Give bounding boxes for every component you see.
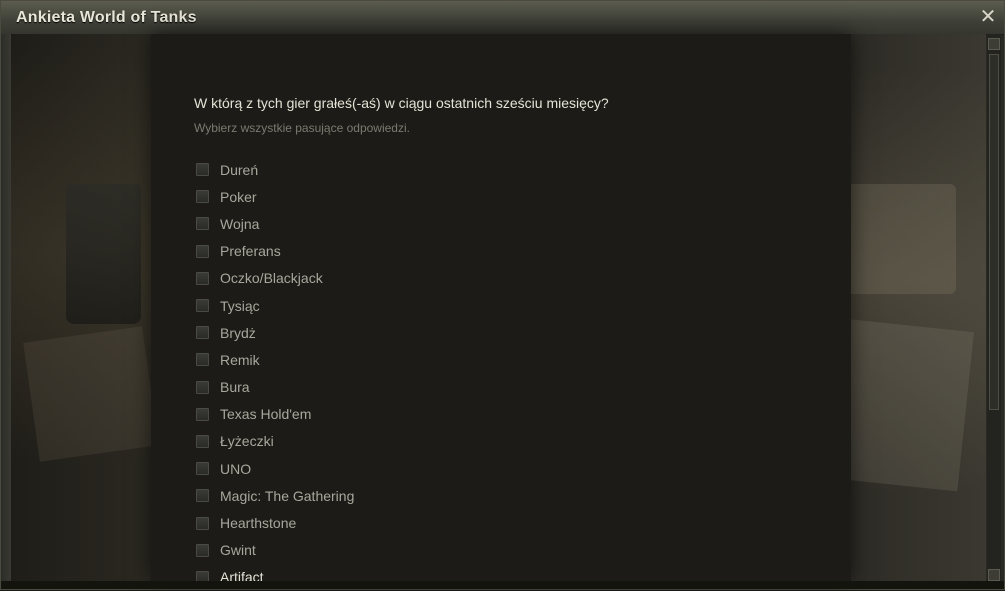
option-checkbox[interactable]: [196, 163, 209, 177]
option-label: Tysiąc: [220, 297, 260, 314]
option-item[interactable]: Dureń: [196, 156, 354, 183]
option-checkbox[interactable]: [196, 353, 209, 367]
option-item[interactable]: Gwint: [196, 537, 354, 564]
option-item[interactable]: Magic: The Gathering: [196, 482, 354, 509]
option-checkbox[interactable]: [196, 489, 209, 503]
option-item[interactable]: Brydż: [196, 319, 354, 346]
option-label: Łyżeczki: [220, 433, 274, 450]
bottom-strip: [1, 581, 1004, 589]
option-label: Magic: The Gathering: [220, 487, 355, 504]
window-title: Ankieta World of Tanks: [16, 9, 197, 26]
survey-window: Ankieta World of Tanks ✕ W którą z tych …: [0, 0, 1005, 590]
scroll-thumb[interactable]: [989, 54, 999, 410]
option-label: Texas Hold'em: [220, 406, 312, 423]
option-item[interactable]: Łyżeczki: [196, 428, 354, 455]
survey-panel: W którą z tych gier grałeś(-aś) w ciągu …: [151, 34, 851, 585]
option-checkbox[interactable]: [196, 217, 209, 231]
option-item[interactable]: Poker: [196, 183, 354, 210]
option-checkbox[interactable]: [196, 271, 209, 285]
option-checkbox[interactable]: [196, 326, 209, 340]
option-item[interactable]: Texas Hold'em: [196, 401, 354, 428]
question-text: W którą z tych gier grałeś(-aś) w ciągu …: [194, 95, 609, 111]
option-label: Gwint: [220, 542, 256, 559]
left-edge: [1, 34, 11, 589]
scroll-down-button[interactable]: [988, 569, 1000, 581]
option-checkbox[interactable]: [196, 299, 209, 313]
hint-text: Wybierz wszystkie pasujące odpowiedzi.: [194, 121, 410, 135]
background-pen-cup: [66, 184, 141, 324]
option-label: Brydż: [220, 324, 256, 341]
option-item[interactable]: Preferans: [196, 238, 354, 265]
option-checkbox[interactable]: [196, 380, 209, 394]
option-item[interactable]: Oczko/Blackjack: [196, 265, 354, 292]
option-checkbox[interactable]: [196, 516, 209, 530]
option-checkbox[interactable]: [196, 407, 209, 421]
option-item[interactable]: UNO: [196, 455, 354, 482]
scrollbar[interactable]: [987, 34, 1001, 581]
option-item[interactable]: Wojna: [196, 210, 354, 237]
option-checkbox[interactable]: [196, 434, 209, 448]
option-item[interactable]: Tysiąc: [196, 292, 354, 319]
option-label: UNO: [220, 460, 252, 477]
option-checkbox[interactable]: [196, 543, 209, 557]
title-bar: Ankieta World of Tanks ✕: [1, 1, 1004, 35]
option-label: Preferans: [220, 243, 281, 260]
option-checkbox[interactable]: [196, 462, 209, 476]
option-checkbox[interactable]: [196, 244, 209, 258]
option-item[interactable]: Bura: [196, 374, 354, 401]
close-icon[interactable]: ✕: [978, 7, 998, 27]
option-label: Hearthstone: [220, 515, 297, 532]
option-label: Poker: [220, 188, 257, 205]
option-label: Dureń: [220, 161, 259, 178]
option-label: Wojna: [220, 215, 260, 232]
options-list: Dureń Poker Wojna Preferans Oczko/Blackjack T…: [196, 156, 354, 591]
option-checkbox[interactable]: [196, 190, 209, 204]
option-label: Bura: [220, 379, 250, 396]
option-item[interactable]: Remik: [196, 346, 354, 373]
option-label: Oczko/Blackjack: [220, 270, 323, 287]
scroll-up-button[interactable]: [988, 38, 1000, 50]
option-label: Remik: [220, 351, 260, 368]
option-item[interactable]: Hearthstone: [196, 509, 354, 536]
background-paper-left: [23, 326, 159, 462]
